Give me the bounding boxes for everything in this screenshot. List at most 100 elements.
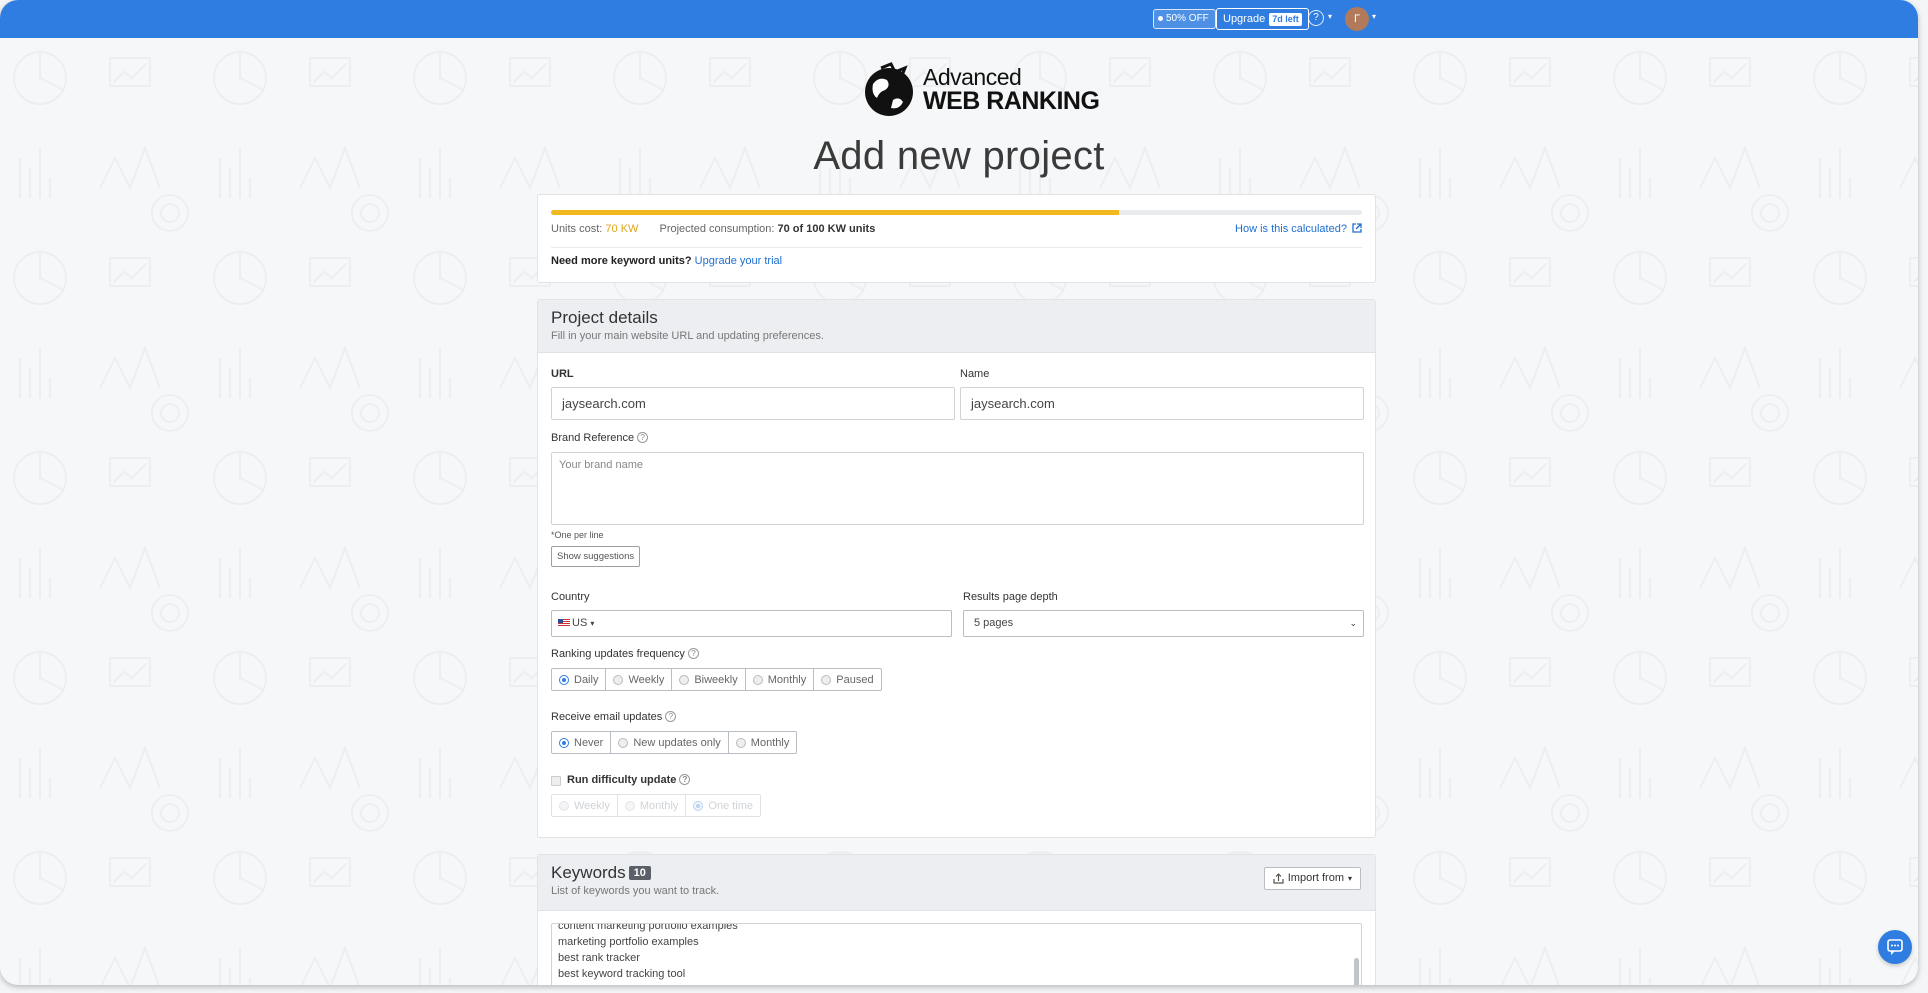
- brand-reference-textarea[interactable]: Your brand name: [551, 452, 1364, 525]
- radio-icon: [679, 674, 690, 685]
- difficulty-frequency-group: Weekly Monthly One time: [551, 794, 762, 817]
- ranking-frequency-text: Ranking updates frequency: [551, 648, 685, 660]
- keywords-title: Keywords: [551, 863, 626, 882]
- run-difficulty-checkbox[interactable]: [551, 776, 561, 786]
- import-label: Import from: [1287, 872, 1344, 884]
- frequency-option-paused[interactable]: Paused: [814, 669, 880, 690]
- units-cost-label: Units cost:: [551, 223, 603, 235]
- option-label: One time: [708, 799, 754, 812]
- external-link-icon: [1352, 223, 1362, 233]
- frequency-option-biweekly[interactable]: Biweekly: [672, 669, 746, 690]
- radio-icon: [559, 800, 569, 811]
- frequency-option-weekly[interactable]: Weekly: [606, 669, 673, 690]
- keyword-list: content marketing portfolio examples mark…: [558, 924, 738, 985]
- keywords-card: Keywords 10 List of keywords you want to …: [537, 854, 1376, 985]
- logo-line-2: WEB RANKING: [923, 87, 1100, 115]
- difficulty-option-monthly[interactable]: Monthly: [618, 795, 687, 816]
- run-difficulty-text: Run difficulty update: [567, 774, 677, 786]
- url-input[interactable]: jaysearch.com: [551, 387, 955, 420]
- keyword-line: best keyword tracking tool: [558, 968, 686, 980]
- option-label: Weekly: [628, 673, 665, 686]
- us-flag-icon: [558, 619, 570, 627]
- section-subtitle: List of keywords you want to track.: [551, 885, 720, 897]
- name-input[interactable]: jaysearch.com: [960, 387, 1364, 420]
- globe-logo-icon: [865, 62, 913, 116]
- radio-icon: [618, 737, 629, 748]
- keyword-count-badge: 10: [628, 866, 651, 880]
- show-suggestions-button[interactable]: Show suggestions: [551, 546, 641, 567]
- option-label: Monthly: [750, 736, 790, 749]
- top-navbar: 50% OFF Upgrade 7d left ? ▾ Г ▾: [0, 0, 1918, 38]
- results-depth-value: 5 pages: [974, 617, 1014, 629]
- divider: [551, 247, 1362, 248]
- help-icon[interactable]: ?: [665, 711, 677, 722]
- units-card: Units cost: 70 KW Projected consumption:…: [537, 194, 1376, 283]
- option-label: Biweekly: [694, 673, 738, 686]
- discount-badge[interactable]: 50% OFF: [1153, 9, 1216, 29]
- chevron-down-icon: ▾: [1347, 874, 1352, 883]
- results-depth-label: Results page depth: [963, 591, 1058, 603]
- user-avatar[interactable]: Г: [1345, 7, 1369, 31]
- option-label: Monthly: [639, 799, 679, 812]
- projected-label: Projected consumption:: [659, 223, 775, 235]
- option-label: Paused: [836, 673, 874, 686]
- email-option-never[interactable]: Never: [552, 732, 612, 753]
- brand-reference-label: Brand Reference?: [551, 432, 649, 444]
- difficulty-option-weekly[interactable]: Weekly: [552, 795, 618, 816]
- user-menu-caret-icon[interactable]: ▾: [1372, 12, 1376, 21]
- results-depth-select[interactable]: 5 pages ⌄: [963, 610, 1364, 637]
- keywords-header: Keywords 10 List of keywords you want to …: [538, 855, 1375, 911]
- run-difficulty-label: Run difficulty update?: [567, 774, 691, 786]
- how-calculated-text: How is this calculated?: [1235, 223, 1347, 235]
- app-window: 50% OFF Upgrade 7d left ? ▾ Г ▾ Advanced…: [0, 0, 1918, 985]
- option-label: Daily: [574, 673, 599, 686]
- chat-icon: [1887, 939, 1903, 955]
- help-icon[interactable]: ?: [679, 774, 691, 785]
- keyword-line: content strategy example: [558, 982, 738, 985]
- country-label: Country: [551, 591, 590, 603]
- option-label: Weekly: [574, 799, 610, 812]
- difficulty-option-one-time[interactable]: One time: [686, 795, 760, 816]
- email-updates-group: Never New updates only Monthly: [551, 731, 798, 754]
- how-calculated-link[interactable]: How is this calculated?: [1235, 223, 1362, 235]
- chat-support-button[interactable]: [1878, 930, 1912, 964]
- upgrade-label: Upgrade: [1223, 13, 1266, 25]
- units-progress-fill: [551, 210, 1119, 215]
- import-from-button[interactable]: Import from ▾: [1263, 867, 1361, 890]
- section-title: Project details: [551, 308, 658, 327]
- brand-reference-text: Brand Reference: [551, 432, 635, 444]
- radio-icon: [693, 800, 704, 811]
- project-details-header: Project details Fill in your main websit…: [538, 300, 1375, 353]
- radio-icon: [613, 674, 624, 685]
- trial-days-badge: 7d left: [1269, 12, 1302, 26]
- ranking-frequency-label: Ranking updates frequency?: [551, 648, 699, 660]
- frequency-option-monthly[interactable]: Monthly: [746, 669, 815, 690]
- frequency-option-daily[interactable]: Daily: [552, 669, 607, 690]
- help-icon[interactable]: ?: [687, 648, 699, 659]
- upload-icon: [1273, 873, 1284, 884]
- email-updates-text: Receive email updates: [551, 711, 663, 723]
- page-title: Add new project: [813, 134, 1105, 178]
- section-title: Keywords 10: [551, 863, 1362, 883]
- project-details-card: Project details Fill in your main websit…: [537, 299, 1376, 838]
- help-menu-caret-icon[interactable]: ▾: [1328, 12, 1332, 21]
- help-icon[interactable]: ?: [637, 432, 649, 443]
- email-updates-label: Receive email updates?: [551, 711, 677, 723]
- help-icon[interactable]: ?: [1308, 10, 1324, 26]
- keywords-textarea[interactable]: content marketing portfolio examples mark…: [551, 923, 1362, 985]
- country-select[interactable]: US ▾: [551, 610, 952, 637]
- email-option-new-updates[interactable]: New updates only: [611, 732, 729, 753]
- chevron-down-icon: ▾: [590, 619, 595, 628]
- option-label: Never: [574, 736, 604, 749]
- brand-logo: Advanced WEB RANKING: [861, 62, 1100, 118]
- keyword-line: marketing portfolio examples: [558, 936, 699, 948]
- scrollbar-thumb[interactable]: [1354, 958, 1359, 985]
- units-progress-bar: [551, 210, 1362, 215]
- radio-icon: [559, 737, 569, 748]
- email-option-monthly[interactable]: Monthly: [729, 732, 797, 753]
- radio-icon: [624, 800, 635, 811]
- option-label: New updates only: [633, 736, 721, 749]
- ranking-frequency-group: Daily Weekly Biweekly Monthly Paused: [551, 668, 882, 691]
- upgrade-trial-link[interactable]: Upgrade your trial: [695, 255, 782, 267]
- upgrade-button[interactable]: Upgrade 7d left: [1216, 8, 1309, 30]
